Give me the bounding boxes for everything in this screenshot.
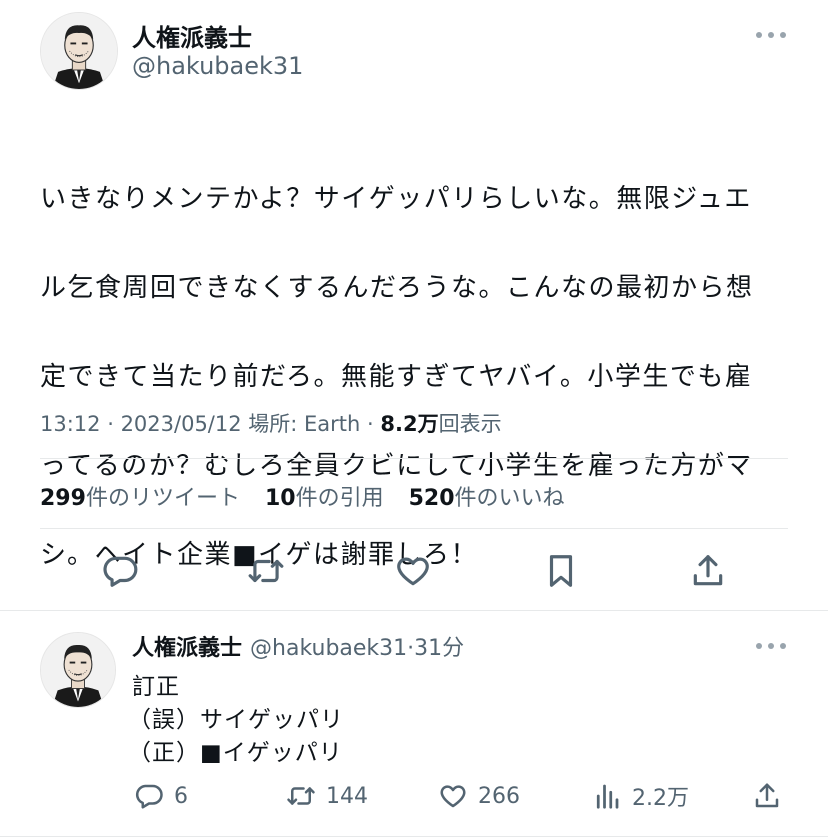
reply-views-count: 2.2万: [632, 786, 689, 811]
quotes-label: 件の引用: [295, 486, 384, 511]
quotes-stat[interactable]: 10件の引用: [265, 486, 384, 511]
reply-replies-count: 6: [174, 783, 188, 809]
tweet-meta: 13:12 · 2023/05/12 場所: Earth · 8.2万回表示: [40, 408, 502, 438]
reply-time[interactable]: ·31分: [407, 636, 464, 661]
retweets-label: 件のリツイート: [85, 486, 240, 511]
author-handle[interactable]: @hakubaek31: [132, 52, 303, 80]
retweets-count: 299: [40, 486, 86, 511]
bookmark-icon: [549, 555, 573, 587]
tweet-text-line: ル乞食周回できなくするんだろうな。こんなの最初から想: [40, 272, 754, 303]
reply-author-avatar[interactable]: [40, 632, 116, 708]
more-icon[interactable]: [754, 640, 788, 652]
like-icon: [440, 785, 466, 808]
reply-header: 人権派義士 @hakubaek31·31分: [132, 630, 464, 662]
quotes-count: 10: [264, 486, 296, 511]
reply-reply-button[interactable]: 6: [134, 778, 188, 814]
reply-button[interactable]: [100, 551, 140, 591]
divider: [0, 610, 828, 611]
divider: [40, 458, 788, 459]
tweet-text: いきなりメンテかよ？サイゲッパリらしいな。無限ジュエ ル乞食周回できなくするんだ…: [40, 132, 790, 622]
views-label: 回表示: [438, 412, 502, 436]
reply-text-line: （誤）サイゲッパリ: [128, 707, 344, 733]
reply-text-line: （正）■イゲッパリ: [128, 740, 343, 766]
author-name[interactable]: 人権派義士: [132, 18, 252, 53]
like-icon: [397, 557, 429, 586]
reply-icon: [103, 556, 138, 587]
reply-author-name[interactable]: 人権派義士: [132, 636, 242, 661]
reply-share-button[interactable]: [752, 778, 792, 814]
tweet-date[interactable]: 2023/05/12: [121, 412, 242, 436]
like-button[interactable]: [393, 551, 433, 591]
meta-separator: ·: [360, 412, 381, 436]
reply-author-handle[interactable]: @hakubaek31: [250, 636, 407, 661]
share-icon: [755, 783, 779, 808]
bookmark-button[interactable]: [541, 551, 581, 591]
retweet-button[interactable]: [246, 551, 286, 591]
more-icon[interactable]: [754, 29, 788, 41]
tweet-time[interactable]: 13:12: [40, 412, 101, 436]
likes-stat[interactable]: 520件のいいね: [409, 486, 565, 511]
views-count: 8.2万: [380, 412, 439, 436]
reply-likes-count: 266: [478, 783, 520, 809]
reply-views-button[interactable]: 2.2万: [592, 778, 689, 814]
views-icon: [596, 784, 619, 809]
reply-like-button[interactable]: 266: [438, 778, 520, 814]
tweet-text-line: いきなりメンテかよ？サイゲッパリらしいな。無限ジュエ: [40, 183, 752, 214]
reply-retweets-count: 144: [326, 783, 368, 809]
likes-count: 520: [408, 486, 455, 511]
author-avatar[interactable]: [40, 12, 118, 90]
retweet-icon: [248, 559, 284, 583]
likes-label: 件のいいね: [454, 486, 565, 511]
divider: [0, 836, 828, 837]
divider: [40, 528, 788, 529]
reply-icon: [135, 784, 163, 809]
retweets-stat[interactable]: 299件のリツイート: [40, 486, 240, 511]
tweet-text-line: 定できて当たり前だろ。無能すぎてヤバイ。小学生でも雇: [40, 361, 753, 392]
tweet-location: 場所: Earth: [241, 412, 361, 436]
share-button[interactable]: [688, 551, 728, 591]
share-icon: [693, 555, 723, 586]
meta-separator: ·: [100, 412, 121, 436]
reply-retweet-button[interactable]: 144: [286, 778, 368, 814]
tweet-stats: 299件のリツイート 10件の引用 520件のいいね: [40, 480, 583, 512]
reply-text-line: 訂正: [132, 674, 180, 700]
retweet-icon: [287, 787, 315, 805]
